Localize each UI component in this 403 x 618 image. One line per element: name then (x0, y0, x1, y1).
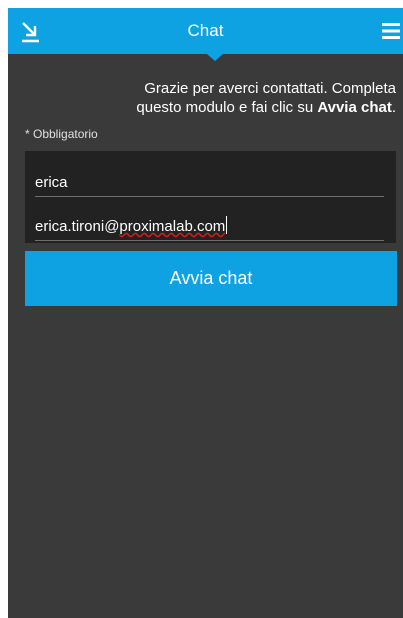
chat-header: Chat (8, 8, 403, 54)
intro-line-2-prefix: questo modulo e fai clic su (136, 99, 318, 116)
intro-line-1: Grazie per averci contattati. Completa (144, 80, 396, 97)
email-field[interactable]: erica.tironi@proximalab.com (35, 216, 384, 241)
intro-start-chat-emphasis: Avvia chat (317, 99, 392, 116)
hamburger-menu-icon (382, 23, 400, 39)
chat-title: Chat (187, 21, 224, 40)
name-field[interactable]: erica (35, 172, 384, 197)
intro-text: Grazie per averci contattati. Completa q… (26, 79, 396, 117)
prechat-form: erica erica.tironi@proximalab.com (25, 151, 396, 243)
intro-line-2: questo modulo e fai clic su Avvia chat. (26, 98, 396, 117)
email-field-user: erica.tironi@ (35, 218, 120, 235)
start-chat-button[interactable]: Avvia chat (25, 251, 397, 306)
menu-button[interactable] (379, 19, 403, 43)
email-field-domain: proximalab.com (119, 218, 226, 235)
text-caret (226, 216, 228, 234)
required-note: * Obbligatorio (25, 127, 98, 141)
intro-line-2-suffix: . (391, 99, 396, 116)
header-pointer (207, 54, 223, 61)
chat-window: Chat Grazie per averci contattati. Compl… (8, 8, 403, 618)
name-field-value: erica (35, 174, 68, 191)
